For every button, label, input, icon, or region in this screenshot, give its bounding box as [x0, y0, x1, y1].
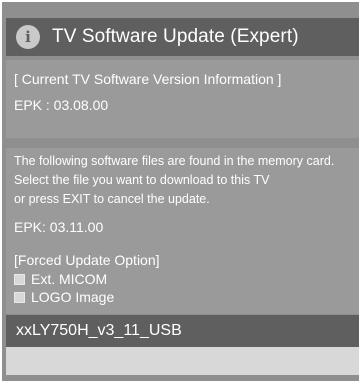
- found-files-message-line2: Select the file you want to download to …: [14, 173, 270, 187]
- option-logo-image[interactable]: LOGO Image: [14, 289, 114, 305]
- info-icon: i: [16, 25, 40, 49]
- file-name: xxLY750H_v3_11_USB: [16, 322, 182, 339]
- software-file-list: xxLY750H_v3_11_USB: [6, 315, 359, 375]
- current-epk-version: EPK : 03.08.00: [14, 97, 109, 113]
- current-version-heading: [ Current TV Software Version Informatio…: [14, 71, 282, 87]
- file-list-item[interactable]: xxLY750H_v3_11_USB: [6, 315, 359, 347]
- logo-image-label: LOGO Image: [31, 289, 115, 305]
- ext-micom-checkbox[interactable]: [14, 273, 25, 285]
- new-epk-version: EPK: 03.11.00: [14, 219, 104, 235]
- logo-image-checkbox[interactable]: [14, 291, 25, 303]
- dialog-title: TV Software Update (Expert): [52, 26, 299, 47]
- current-version-panel: [ Current TV Software Version Informatio…: [6, 60, 359, 138]
- found-files-message-line1: The following software files are found i…: [14, 154, 335, 168]
- found-files-panel: The following software files are found i…: [6, 148, 359, 314]
- forced-update-heading: [Forced Update Option]: [14, 252, 160, 268]
- ext-micom-label: Ext. MICOM: [31, 271, 108, 287]
- option-ext-micom[interactable]: Ext. MICOM: [14, 271, 107, 287]
- dialog-header: i TV Software Update (Expert): [6, 18, 359, 56]
- tv-osd-frame: i TV Software Update (Expert) [ Current …: [2, 2, 359, 381]
- found-files-message-line3: or press EXIT to cancel the update.: [14, 192, 210, 206]
